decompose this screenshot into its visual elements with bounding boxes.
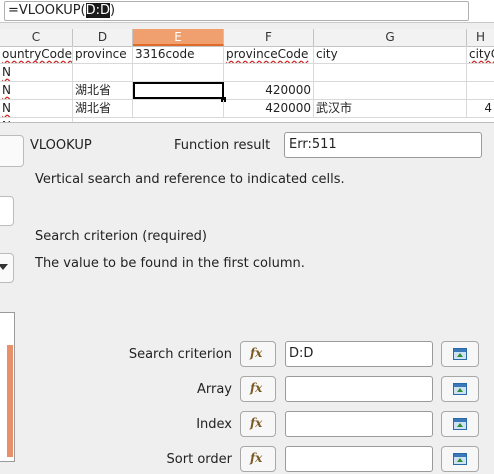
fx-button[interactable]: fx — [240, 376, 276, 402]
column-header-d[interactable]: D — [73, 29, 133, 46]
spreadsheet-grid: C D E F G H ountryCode province 3316code… — [0, 29, 494, 136]
fx-button[interactable]: fx — [240, 411, 276, 437]
function-name: VLOOKUP — [30, 138, 92, 153]
category-dropdown[interactable] — [0, 253, 14, 283]
cell-h2[interactable] — [467, 64, 494, 81]
column-header-h[interactable]: H — [467, 29, 494, 46]
fx-icon: fx — [250, 451, 263, 465]
cell-g3[interactable] — [314, 82, 467, 99]
cell-c2[interactable]: N — [0, 64, 73, 81]
cell-e4[interactable] — [133, 100, 224, 117]
fx-button[interactable]: fx — [240, 341, 276, 367]
argument-row-array: Array fx — [0, 376, 494, 404]
fx-button[interactable]: fx — [240, 446, 276, 472]
fx-icon: fx — [250, 416, 263, 430]
formula-input[interactable]: =VLOOKUP(D:D) — [4, 1, 469, 21]
cell-h1[interactable]: cityC — [467, 46, 494, 63]
argument-label: Array — [196, 382, 232, 397]
argument-row-search-criterion: Search criterion fx D:D — [0, 341, 494, 369]
cell-text: provinceCode — [226, 47, 309, 61]
column-header-e[interactable]: E — [133, 29, 224, 46]
argument-label: Index — [196, 417, 232, 432]
function-search-field[interactable] — [0, 196, 14, 226]
cell-d1[interactable]: province — [73, 46, 133, 63]
cell-e2[interactable] — [133, 64, 224, 81]
formula-selected-reference: D:D — [85, 3, 111, 18]
shrink-icon — [453, 453, 467, 465]
cell-text: N — [2, 65, 11, 79]
cell-g4[interactable]: 武汉市 — [314, 100, 467, 117]
cell-d3[interactable]: 湖北省 — [73, 82, 133, 99]
cell-text: cityC — [469, 47, 494, 61]
cell-d2[interactable] — [73, 64, 133, 81]
cell-text: N — [2, 83, 11, 97]
cell-g1[interactable]: city — [314, 46, 467, 63]
shrink-button[interactable] — [441, 411, 479, 437]
cell-f3[interactable]: 420000 — [224, 82, 314, 99]
column-headers: C D E F G H — [0, 29, 494, 47]
shrink-button[interactable] — [441, 376, 479, 402]
index-input[interactable] — [285, 411, 433, 437]
table-row: N — [0, 64, 494, 82]
argument-description: The value to be found in the first colum… — [35, 256, 305, 271]
argument-title: Search criterion (required) — [35, 229, 207, 244]
cell-c3[interactable]: N — [0, 82, 73, 99]
fx-icon: fx — [250, 346, 263, 360]
formula-suffix: ) — [110, 3, 116, 18]
argument-label: Sort order — [166, 452, 232, 467]
shrink-button[interactable] — [441, 341, 479, 367]
cell-text: N — [2, 101, 11, 115]
chevron-down-icon — [0, 264, 8, 270]
column-header-f[interactable]: F — [224, 29, 314, 46]
function-list-button[interactable] — [0, 135, 24, 167]
cell-h3[interactable] — [467, 82, 494, 99]
cell-f1[interactable]: provinceCode — [224, 46, 314, 63]
search-criterion-input[interactable]: D:D — [285, 341, 433, 367]
cell-c1[interactable]: ountryCode — [0, 46, 73, 63]
formula-bar: =VLOOKUP(D:D) — [0, 0, 494, 23]
column-header-g[interactable]: G — [314, 29, 467, 46]
cell-g2[interactable] — [314, 64, 467, 81]
shrink-icon — [453, 383, 467, 395]
sort-order-input[interactable] — [285, 446, 433, 472]
argument-row-sort-order: Sort order fx — [0, 446, 494, 474]
table-row: N 湖北省 420000 — [0, 82, 494, 100]
argument-row-index: Index fx — [0, 411, 494, 439]
array-input[interactable] — [285, 376, 433, 402]
cell-d4[interactable]: 湖北省 — [73, 100, 133, 117]
cell-e3-cursor[interactable] — [133, 82, 224, 99]
cell-c4[interactable]: N — [0, 100, 73, 117]
argument-label: Search criterion — [128, 347, 232, 362]
function-result-label: Function result — [174, 138, 271, 153]
fx-icon: fx — [250, 381, 263, 395]
function-description: Vertical search and reference to indicat… — [35, 172, 345, 187]
table-row: N 湖北省 420000 武汉市 4 — [0, 100, 494, 118]
shrink-icon — [453, 348, 467, 360]
function-result-value: Err:511 — [284, 132, 482, 158]
column-header-c[interactable]: C — [0, 29, 73, 46]
cell-f4[interactable]: 420000 — [224, 100, 314, 117]
cell-e1[interactable]: 3316code — [133, 46, 224, 63]
shrink-icon — [453, 418, 467, 430]
table-row: ountryCode province 3316code provinceCod… — [0, 46, 494, 64]
function-wizard-dialog: VLOOKUP Function result Err:511 Vertical… — [0, 122, 494, 472]
formula-prefix: =VLOOKUP( — [8, 3, 86, 18]
cell-f2[interactable] — [224, 64, 314, 81]
cell-h4[interactable]: 4 — [467, 100, 494, 117]
cell-text: ountryCode — [2, 47, 73, 61]
shrink-button[interactable] — [441, 446, 479, 472]
